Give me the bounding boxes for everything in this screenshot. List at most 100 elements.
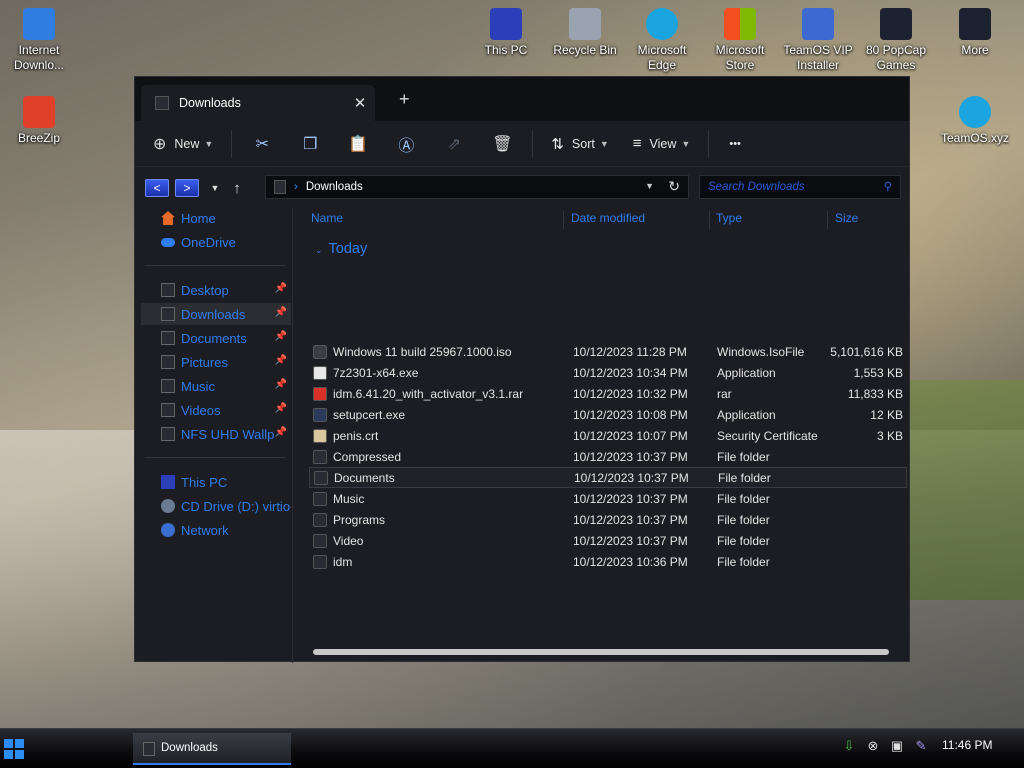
desktop-icon-teamos-xyz[interactable]: TeamOS.xyz (936, 96, 1014, 146)
desktop-icon-label: Internet Downlo... (13, 43, 65, 72)
sidebar-item-this-pc[interactable]: This PC (141, 471, 291, 493)
table-row[interactable]: Documents 10/12/2023 10:37 PM File folder (309, 467, 907, 488)
forward-arrow-icon[interactable]: > (175, 179, 199, 197)
up-arrow-icon[interactable]: ↑ (225, 180, 249, 197)
refresh-icon[interactable]: ↻ (668, 178, 680, 195)
sidebar-item-cd-drive[interactable]: CD Drive (D:) virtio- (141, 495, 291, 517)
desktop-icon-internet-download-manager[interactable]: Internet Downlo... (0, 8, 78, 73)
desktop-icon-label: 80 PopCap Games (865, 43, 927, 72)
feather-tray-icon[interactable]: ✎ (912, 738, 930, 756)
close-icon[interactable]: ✕ (345, 94, 375, 112)
sidebar-item-nfs-wallpapers[interactable]: NFS UHD Wallp 📌 (141, 423, 291, 445)
view-icon: ≡ (632, 135, 642, 152)
sidebar-item-home[interactable]: Home (141, 207, 291, 229)
pin-icon[interactable]: 📌 (275, 307, 287, 318)
breadcrumb-downloads[interactable]: Downloads (306, 181, 363, 193)
sidebar-item-network[interactable]: Network (141, 519, 291, 541)
sidebar-item-music[interactable]: Music 📌 (141, 375, 291, 397)
pin-icon[interactable]: 📌 (275, 283, 287, 294)
back-arrow-icon[interactable]: < (145, 179, 169, 197)
sidebar-item-desktop[interactable]: Desktop 📌 (141, 279, 291, 301)
column-header-date[interactable]: Date modified (571, 211, 645, 231)
delete-icon[interactable]: 🗑 (478, 129, 526, 159)
navigation-pane: Home OneDrive Desktop 📌 Downloads 📌 Docu… (135, 207, 293, 663)
idm-tray-icon[interactable]: ⇩ (840, 738, 858, 756)
sidebar-item-label: CD Drive (D:) virtio- (181, 498, 291, 514)
table-row[interactable]: Video 10/12/2023 10:37 PM File folder (309, 530, 907, 551)
folder-icon (959, 8, 991, 40)
file-type: Application (717, 365, 776, 380)
pin-icon[interactable]: 📌 (275, 403, 287, 414)
folder-icon (880, 8, 912, 40)
desktop-folder-icon (161, 283, 175, 297)
desktop-icon-label: More (961, 43, 989, 57)
table-row[interactable]: penis.crt 10/12/2023 10:07 PM Security Cer… (309, 425, 907, 446)
search-input[interactable]: Search Downloads ⚲ (699, 175, 901, 199)
table-row[interactable]: Programs 10/12/2023 10:37 PM File folder (309, 509, 907, 530)
rename-icon[interactable]: Ⓐ (382, 129, 430, 159)
file-date: 10/12/2023 10:07 PM (573, 428, 688, 443)
desktop-icon-store[interactable]: Microsoft Store (701, 8, 779, 73)
sidebar-item-documents[interactable]: Documents 📌 (141, 327, 291, 349)
group-header-today[interactable]: ⌄ Today (315, 241, 367, 257)
network-tray-icon[interactable]: ⊗ (864, 738, 882, 756)
horizontal-scrollbar[interactable] (313, 649, 889, 655)
display-tray-icon[interactable]: ▣ (888, 738, 906, 756)
table-row[interactable]: 7z2301-x64.exe 10/12/2023 10:34 PM Applica… (309, 362, 907, 383)
column-divider[interactable] (709, 211, 710, 229)
sidebar-divider (145, 457, 285, 458)
pin-icon[interactable]: 📌 (275, 427, 287, 438)
view-button[interactable]: ≡ View ▼ (621, 129, 703, 159)
sidebar-item-videos[interactable]: Videos 📌 (141, 399, 291, 421)
desktop-icon-breezip[interactable]: BreeZip (0, 96, 78, 146)
desktop-icon-edge[interactable]: Microsoft Edge (623, 8, 701, 73)
chevron-down-icon[interactable]: ▼ (645, 181, 654, 191)
file-date: 10/12/2023 11:28 PM (573, 344, 687, 359)
clock[interactable]: 11:46 PM (942, 738, 992, 752)
desktop-icon-more[interactable]: More (936, 8, 1014, 58)
cut-icon[interactable]: ✂ (238, 129, 286, 159)
pin-icon[interactable]: 📌 (275, 379, 287, 390)
desktop-icon-popcap-games[interactable]: 80 PopCap Games (857, 8, 935, 73)
address-bar[interactable]: › Downloads ▼ ↻ (265, 175, 689, 199)
column-header-type[interactable]: Type (716, 211, 742, 231)
column-header-size[interactable]: Size (835, 211, 858, 231)
table-row[interactable]: setupcert.exe 10/12/2023 10:08 PM Applicat… (309, 404, 907, 425)
table-row[interactable]: Windows 11 build 25967.1000.iso 10/12/202… (309, 341, 907, 362)
file-date: 10/12/2023 10:08 PM (573, 407, 688, 422)
more-button[interactable]: ••• (715, 129, 755, 159)
table-row[interactable]: Music 10/12/2023 10:37 PM File folder (309, 488, 907, 509)
paste-icon[interactable]: 📋 (334, 129, 382, 159)
desktop-icon-recycle-bin[interactable]: Recycle Bin (546, 8, 624, 58)
start-button[interactable] (4, 739, 24, 759)
table-row[interactable]: Compressed 10/12/2023 10:37 PM File folder (309, 446, 907, 467)
sort-button[interactable]: ⇅ Sort ▼ (539, 129, 620, 159)
desktop-icon-label: Recycle Bin (553, 43, 617, 57)
desktop-icon-label: TeamOS.xyz (940, 131, 1009, 145)
new-button[interactable]: ⊕ New ▼ (153, 129, 225, 159)
file-name: idm (333, 554, 353, 569)
new-label: New (174, 136, 200, 151)
pin-icon[interactable]: 📌 (275, 331, 287, 342)
table-row[interactable]: idm.6.41.20_with_activator_v3.1.rar 10/12… (309, 383, 907, 404)
recent-chevron-icon[interactable]: ▼ (205, 183, 225, 193)
column-header-name[interactable]: Name (311, 211, 343, 231)
pin-icon[interactable]: 📌 (275, 355, 287, 366)
new-tab-button[interactable]: + (399, 89, 410, 110)
sidebar-item-label: Home (181, 210, 216, 226)
sidebar-item-downloads[interactable]: Downloads 📌 (141, 303, 291, 325)
taskbar-app-file-explorer[interactable]: Downloads (133, 733, 291, 765)
table-row[interactable]: idm 10/12/2023 10:36 PM File folder (309, 551, 907, 572)
copy-icon[interactable]: ❐ (286, 129, 334, 159)
desktop-icon-this-pc[interactable]: This PC (467, 8, 545, 58)
column-divider[interactable] (563, 211, 564, 229)
sidebar-item-onedrive[interactable]: OneDrive (141, 231, 291, 253)
column-divider[interactable] (827, 211, 828, 229)
tab-downloads[interactable]: Downloads ✕ (141, 85, 375, 121)
tab-bar: Downloads ✕ + (135, 77, 909, 121)
file-date: 10/12/2023 10:37 PM (573, 533, 688, 548)
desktop-icon-teamos-installer[interactable]: TeamOS VIP Installer (779, 8, 857, 73)
share-icon[interactable]: ⇗ (430, 129, 478, 159)
sidebar-item-pictures[interactable]: Pictures 📌 (141, 351, 291, 373)
computer-icon (490, 8, 522, 40)
